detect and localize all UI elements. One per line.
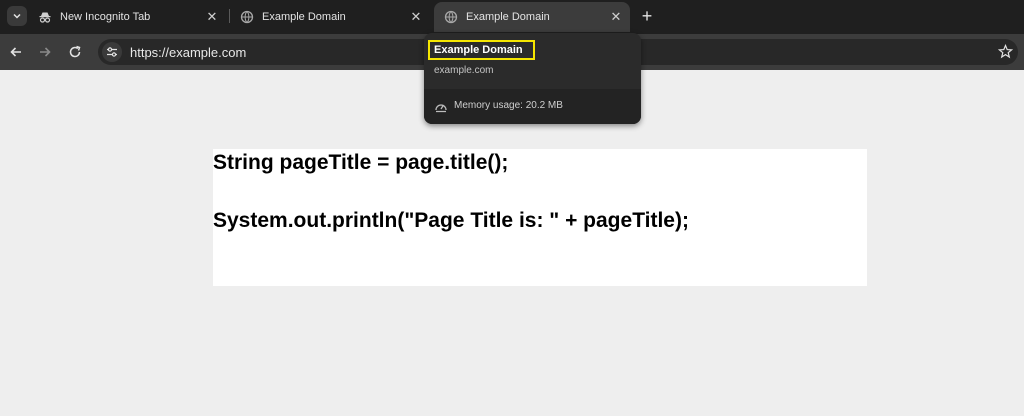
tab-label: Example Domain	[466, 11, 550, 23]
memory-usage-text: Memory usage: 20.2 MB	[454, 100, 563, 111]
bookmark-button[interactable]	[996, 42, 1014, 60]
close-icon[interactable]: ✕	[408, 9, 424, 25]
tab-search-button[interactable]	[7, 6, 27, 26]
gauge-icon	[435, 104, 447, 113]
tab-example-domain[interactable]: Example Domain ✕	[230, 4, 430, 30]
close-icon[interactable]: ✕	[204, 9, 220, 25]
back-arrow-icon	[10, 47, 21, 57]
tune-icon	[107, 47, 117, 57]
forward-arrow-icon	[40, 47, 51, 57]
close-icon[interactable]: ✕	[608, 9, 624, 25]
tab-hover-card: Example Domain example.com Memory usage:…	[424, 33, 641, 124]
globe-icon	[444, 10, 458, 24]
code-line: String pageTitle = page.title();	[213, 151, 509, 174]
forward-button[interactable]	[35, 42, 55, 62]
star-icon	[997, 43, 1013, 58]
url-text[interactable]: https://example.com	[130, 45, 246, 60]
globe-icon	[240, 10, 254, 24]
site-info-button[interactable]	[102, 42, 122, 62]
tab-label: New Incognito Tab	[60, 11, 151, 23]
incognito-icon	[38, 10, 52, 24]
tab-label: Example Domain	[262, 11, 346, 23]
tab-strip: New Incognito Tab ✕ Example Domain ✕ Exa…	[0, 0, 1024, 34]
new-tab-button[interactable]: +	[638, 7, 656, 25]
reload-button[interactable]	[65, 42, 85, 62]
tab-example-domain-active[interactable]: Example Domain ✕	[434, 2, 630, 32]
tab-new-incognito[interactable]: New Incognito Tab ✕	[28, 4, 226, 30]
hovercard-domain: example.com	[434, 65, 494, 76]
reload-icon	[69, 45, 81, 58]
back-button[interactable]	[6, 42, 26, 62]
chevron-down-icon	[13, 13, 21, 19]
code-line: System.out.println("Page Title is: " + p…	[213, 209, 689, 232]
hovercard-title: Example Domain	[434, 44, 523, 56]
